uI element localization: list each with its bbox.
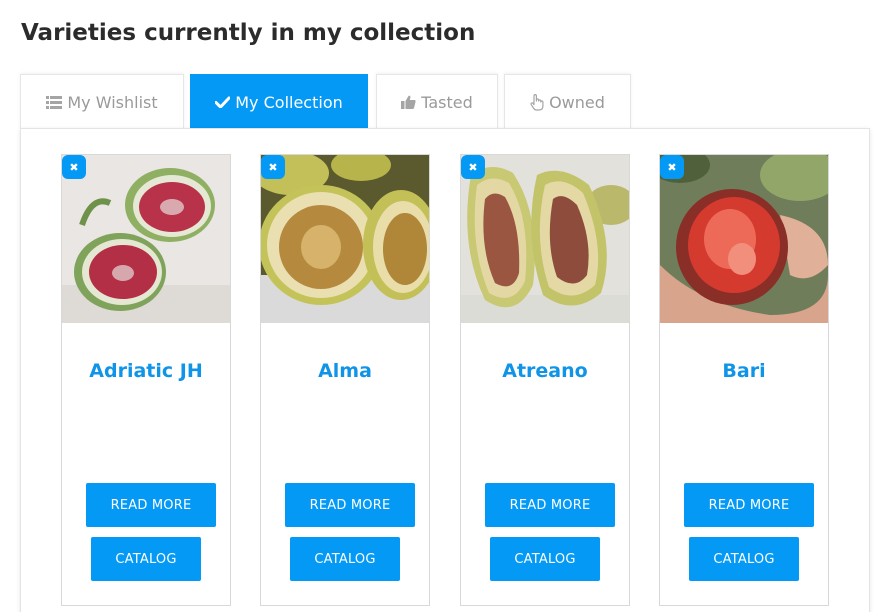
fig-photo [261,155,429,323]
tab-owned[interactable]: Owned [504,74,631,129]
thumbs-up-icon [401,95,416,109]
tab-my-wishlist[interactable]: My Wishlist [20,74,184,129]
variety-name[interactable]: Atreano [461,360,629,382]
catalog-button[interactable]: CATALOG [490,537,600,581]
variety-name[interactable]: Adriatic JH [62,360,230,382]
tab-my-collection[interactable]: My Collection [190,74,368,129]
catalog-button[interactable]: CATALOG [290,537,400,581]
list-icon [46,95,63,109]
variety-card-bari: ✖ Bari READ MORE CATALOG [659,154,829,606]
fig-photo [660,155,828,323]
variety-card-atreano: ✖ Atreano READ MORE CATALOG [460,154,630,606]
remove-icon[interactable]: ✖ [261,155,285,179]
variety-name[interactable]: Bari [660,360,828,382]
tab-label: Tasted [421,92,473,112]
page-title: Varieties currently in my collection [21,20,476,46]
read-more-button[interactable]: READ MORE [485,483,615,527]
read-more-button[interactable]: READ MORE [684,483,814,527]
variety-name[interactable]: Alma [261,360,429,382]
catalog-button[interactable]: CATALOG [91,537,201,581]
read-more-button[interactable]: READ MORE [285,483,415,527]
hand-pointer-icon [530,93,544,111]
variety-card-adriatic-jh: ✖ Adriatic JH READ MORE CATALOG [61,154,231,606]
remove-icon[interactable]: ✖ [461,155,485,179]
fig-photo [62,155,230,323]
fig-photo [461,155,629,323]
tab-label: My Wishlist [67,92,158,112]
read-more-button[interactable]: READ MORE [86,483,216,527]
remove-icon[interactable]: ✖ [62,155,86,179]
check-icon [215,96,231,108]
tab-tasted[interactable]: Tasted [376,74,498,129]
tab-label: Owned [549,92,605,112]
catalog-button[interactable]: CATALOG [689,537,799,581]
tab-label: My Collection [235,92,343,112]
remove-icon[interactable]: ✖ [660,155,684,179]
variety-card-alma: ✖ Alma READ MORE CATALOG [260,154,430,606]
